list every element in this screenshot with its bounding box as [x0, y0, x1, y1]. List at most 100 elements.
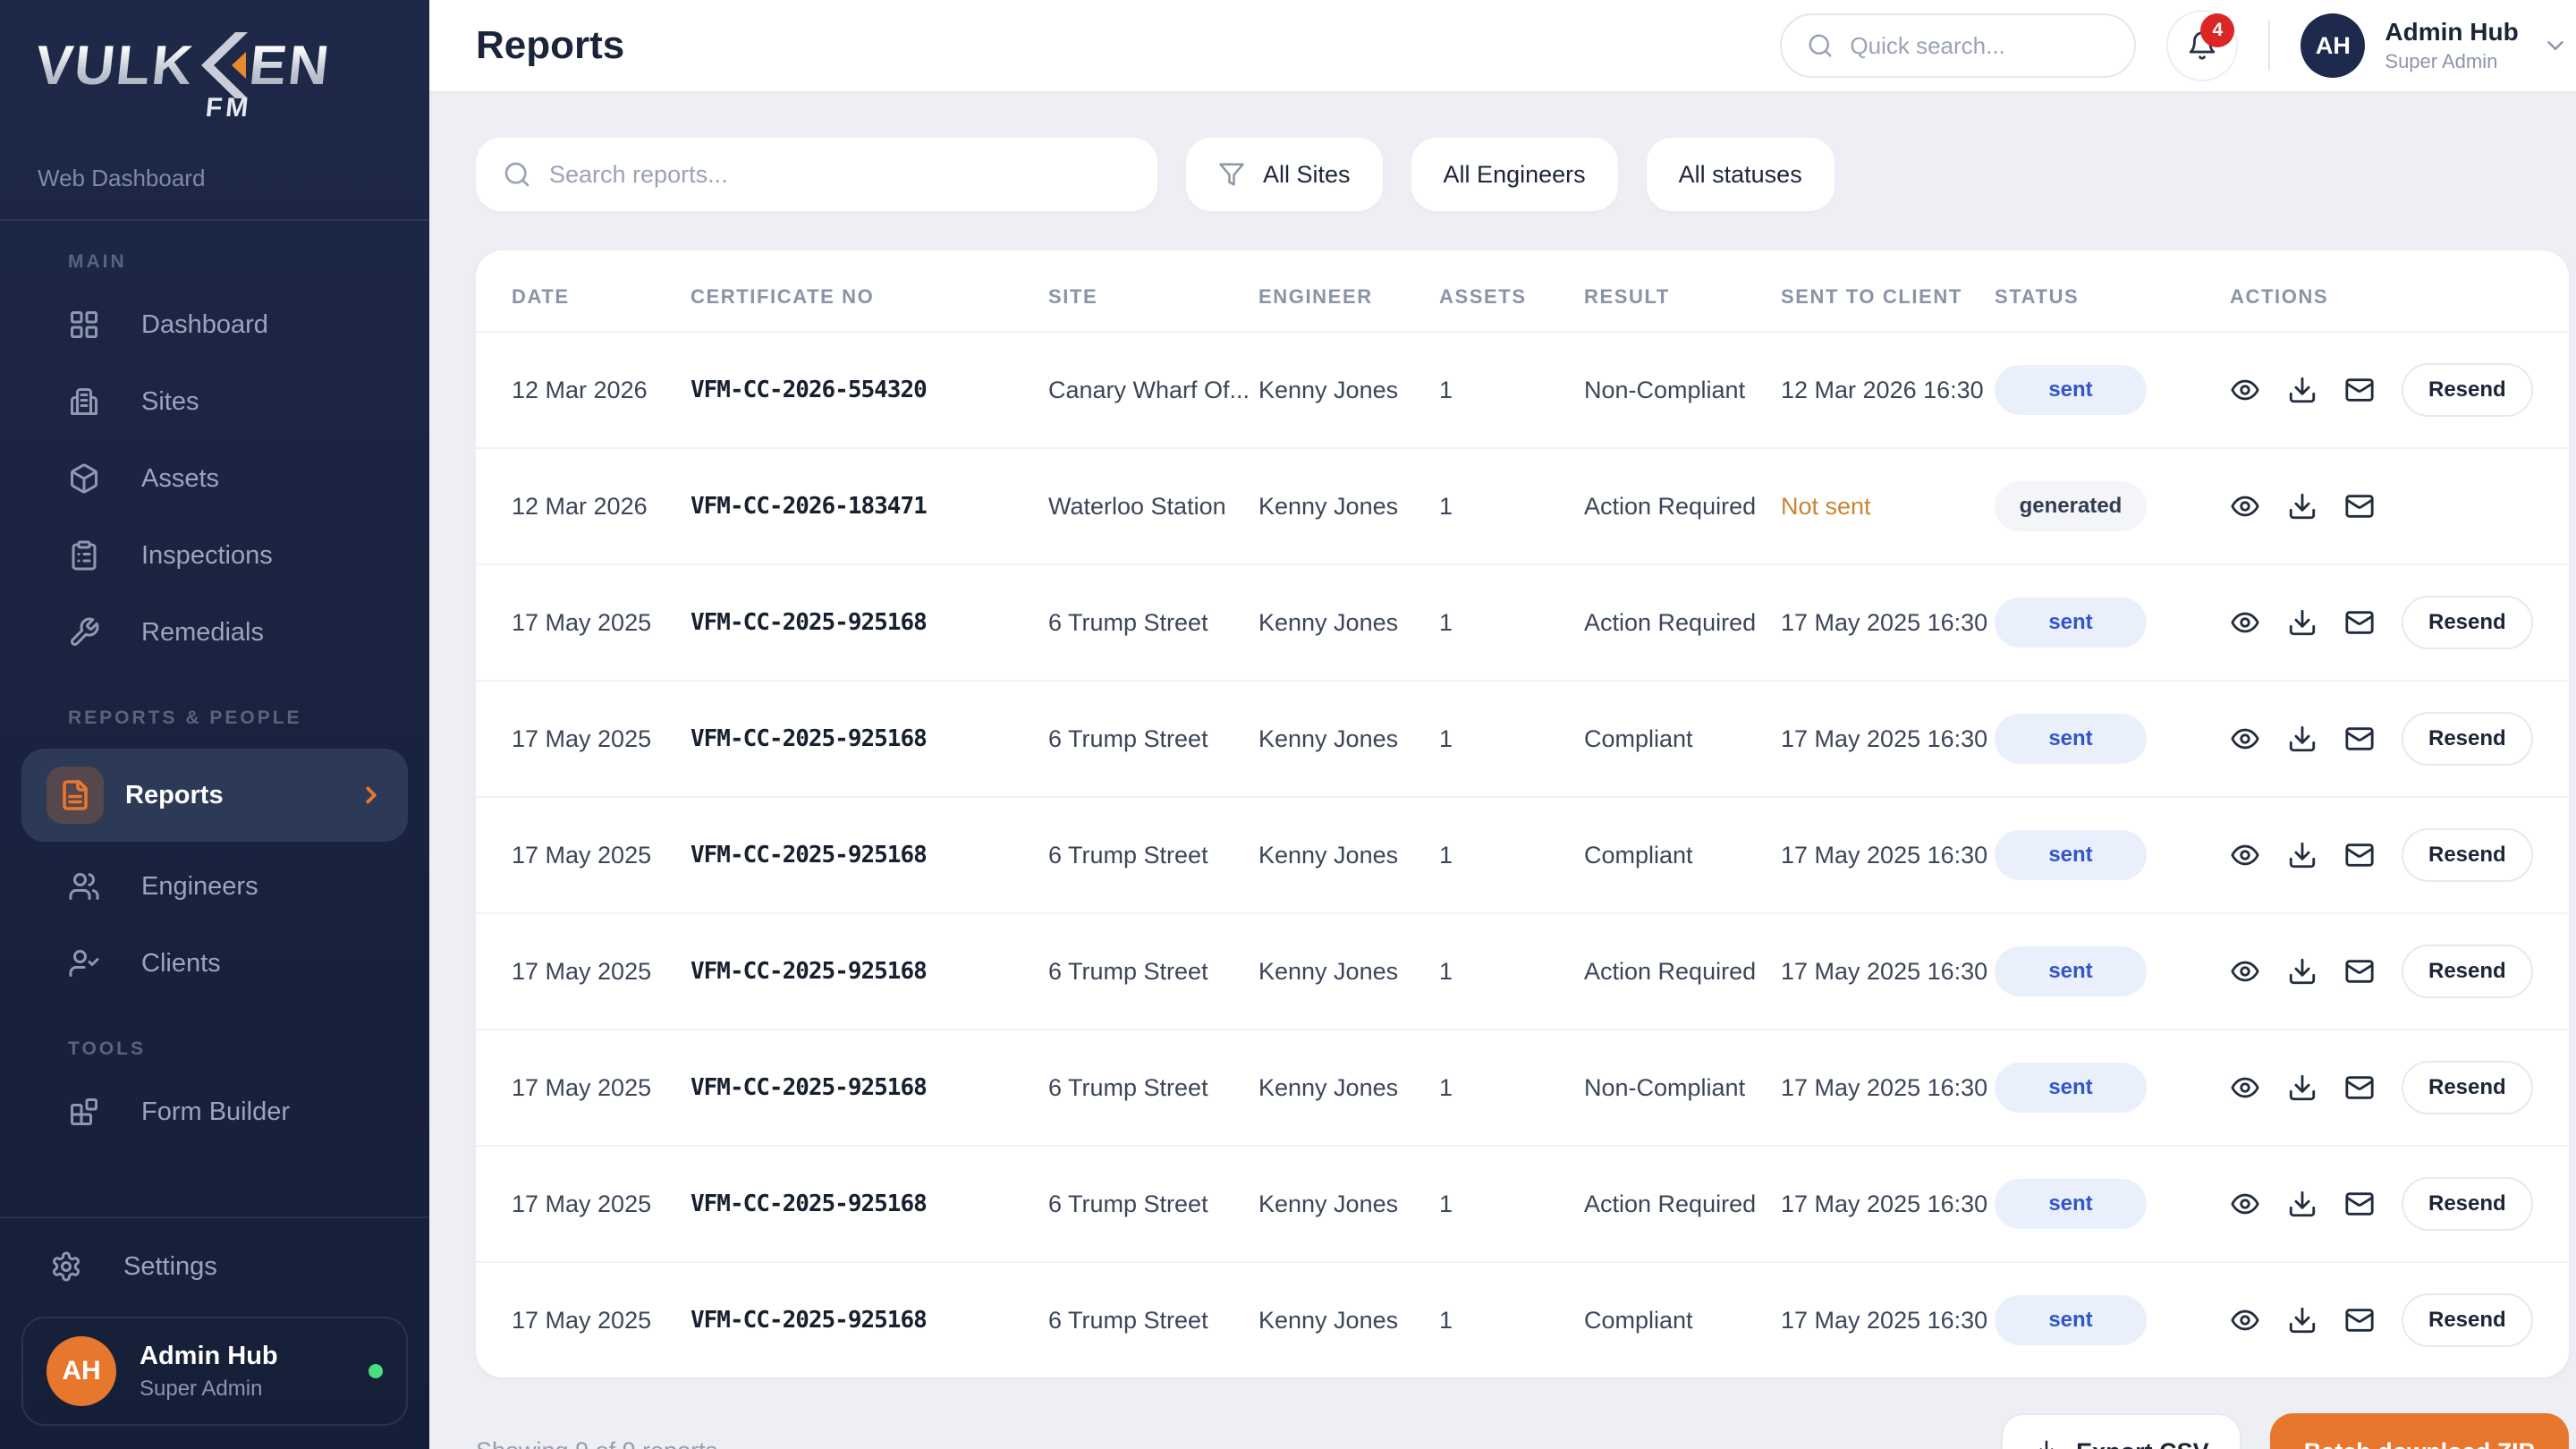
profile-name: Admin Hub [2385, 18, 2518, 47]
view-report-button[interactable] [2230, 724, 2260, 754]
download-report-button[interactable] [2287, 1189, 2318, 1219]
download-report-button[interactable] [2287, 491, 2318, 521]
download-report-button[interactable] [2287, 1305, 2318, 1335]
sidebar-item-label: Form Builder [141, 1097, 290, 1127]
row-date: 17 May 2025 [512, 1074, 691, 1102]
filter-sites[interactable]: All Sites [1186, 138, 1383, 211]
column-header: SENT TO CLIENT [1781, 285, 1995, 309]
download-report-button[interactable] [2287, 724, 2318, 754]
sidebar-item-assets[interactable]: Assets [0, 446, 429, 511]
quick-search-input[interactable] [1850, 32, 2109, 60]
sidebar-item-inspections[interactable]: Inspections [0, 523, 429, 588]
download-report-button[interactable] [2287, 1072, 2318, 1103]
table-row: 12 Mar 2026VFM-CC-2026-554320Canary Whar… [476, 331, 2569, 447]
view-report-button[interactable] [2230, 607, 2260, 638]
row-status-cell: sent [1995, 1179, 2230, 1229]
row-certificate-no: VFM-CC-2025-925168 [691, 1307, 1048, 1334]
sidebar-item-label: Engineers [141, 872, 258, 902]
row-engineer: Kenny Jones [1258, 1307, 1439, 1335]
status-badge: sent [1995, 1295, 2147, 1345]
filter-sites-value: All Sites [1263, 161, 1351, 189]
batch-download-zip-button[interactable]: Batch download ZIP [2270, 1413, 2569, 1449]
view-report-button[interactable] [2230, 840, 2260, 870]
main-area: Reports 4 AH Admin Hub Super Admin [429, 0, 2576, 1449]
resend-button[interactable]: Resend [2402, 1061, 2533, 1114]
logo-text-2: EN [246, 34, 334, 97]
view-report-button[interactable] [2230, 1072, 2260, 1103]
status-badge: generated [1995, 481, 2147, 531]
view-report-button[interactable] [2230, 1189, 2260, 1219]
row-actions: Resend [2230, 1061, 2533, 1114]
resend-button[interactable]: Resend [2402, 1177, 2533, 1231]
download-report-button[interactable] [2287, 607, 2318, 638]
eye-icon [2230, 491, 2260, 521]
notifications-button[interactable]: 4 [2166, 10, 2238, 81]
sidebar-item-settings[interactable]: Settings [0, 1234, 429, 1299]
email-report-button[interactable] [2344, 956, 2375, 987]
email-report-button[interactable] [2344, 491, 2375, 521]
quick-search [1780, 13, 2136, 78]
email-report-button[interactable] [2344, 1305, 2375, 1335]
mail-icon [2344, 1189, 2375, 1219]
sidebar-item-clients[interactable]: Clients [0, 931, 429, 996]
email-report-button[interactable] [2344, 840, 2375, 870]
sidebar-item-sites[interactable]: Sites [0, 369, 429, 434]
row-date: 12 Mar 2026 [512, 493, 691, 521]
resend-button[interactable]: Resend [2402, 363, 2533, 417]
email-report-button[interactable] [2344, 1072, 2375, 1103]
user-role: Super Admin [140, 1377, 278, 1402]
download-icon [2287, 956, 2318, 987]
row-result: Compliant [1584, 725, 1781, 753]
email-report-button[interactable] [2344, 607, 2375, 638]
logo-chevron-icon [196, 32, 248, 98]
logo-text: VULK [32, 34, 197, 97]
row-certificate-no: VFM-CC-2025-925168 [691, 1074, 1048, 1101]
sidebar-item-dashboard[interactable]: Dashboard [0, 292, 429, 357]
email-report-button[interactable] [2344, 375, 2375, 405]
row-site: 6 Trump Street [1048, 958, 1258, 986]
download-report-button[interactable] [2287, 840, 2318, 870]
sidebar-item-engineers[interactable]: Engineers [0, 854, 429, 919]
resend-button[interactable]: Resend [2402, 828, 2533, 882]
table-header-row: DATECERTIFICATE NOSITEENGINEERASSETSRESU… [476, 250, 2569, 331]
sidebar-item-label: Settings [123, 1252, 217, 1282]
view-report-button[interactable] [2230, 1305, 2260, 1335]
sidebar-user-card[interactable]: AH Admin Hub Super Admin [21, 1317, 408, 1426]
sidebar-item-form-builder[interactable]: Form Builder [0, 1080, 429, 1144]
report-search-input[interactable] [549, 161, 1131, 189]
profile-menu[interactable]: AH Admin Hub Super Admin [2301, 13, 2568, 78]
sidebar-item-remedials[interactable]: Remedials [0, 600, 429, 665]
download-report-button[interactable] [2287, 375, 2318, 405]
filter-engineers[interactable]: All Engineers [1411, 138, 1618, 211]
row-actions: Resend [2230, 945, 2533, 998]
sidebar-item-label: Inspections [141, 541, 273, 571]
section-label-reports-people: REPORTS & PEOPLE [0, 708, 429, 736]
row-assets: 1 [1439, 842, 1584, 869]
resend-button[interactable]: Resend [2402, 1293, 2533, 1347]
row-status-cell: sent [1995, 365, 2230, 415]
row-actions: Resend [2230, 712, 2533, 766]
export-csv-button[interactable]: Export CSV [2001, 1413, 2241, 1449]
row-certificate-no: VFM-CC-2025-925168 [691, 725, 1048, 752]
row-status-cell: generated [1995, 481, 2230, 531]
view-report-button[interactable] [2230, 491, 2260, 521]
row-sent-to-client: Not sent [1781, 493, 1995, 521]
email-report-button[interactable] [2344, 1189, 2375, 1219]
filter-statuses[interactable]: All statuses [1647, 138, 1835, 211]
column-header: DATE [512, 285, 691, 309]
sidebar-item-reports[interactable]: Reports [21, 749, 408, 842]
row-status-cell: sent [1995, 830, 2230, 880]
resend-button[interactable]: Resend [2402, 712, 2533, 766]
table-row: 17 May 2025VFM-CC-2025-9251686 Trump Str… [476, 912, 2569, 1029]
row-site: 6 Trump Street [1048, 1191, 1258, 1218]
row-status-cell: sent [1995, 714, 2230, 764]
email-report-button[interactable] [2344, 724, 2375, 754]
resend-button[interactable]: Resend [2402, 596, 2533, 649]
view-report-button[interactable] [2230, 375, 2260, 405]
download-report-button[interactable] [2287, 956, 2318, 987]
eye-icon [2230, 1305, 2260, 1335]
resend-button[interactable]: Resend [2402, 945, 2533, 998]
row-certificate-no: VFM-CC-2025-925168 [691, 958, 1048, 985]
view-report-button[interactable] [2230, 956, 2260, 987]
mail-icon [2344, 956, 2375, 987]
